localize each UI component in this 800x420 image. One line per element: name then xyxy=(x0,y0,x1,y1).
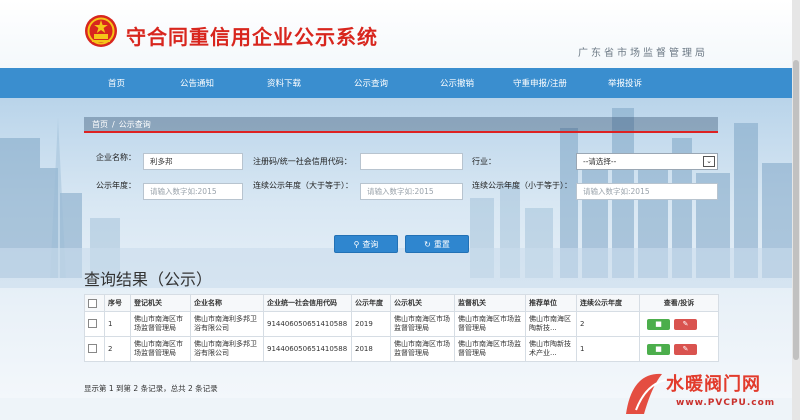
watermark-url: www.PVCPU.com xyxy=(676,398,776,408)
breadcrumb-current: 公示查询 xyxy=(118,119,151,129)
view-icon: ■ xyxy=(655,344,662,353)
breadcrumb-separator: / xyxy=(112,119,115,129)
company-name-input[interactable] xyxy=(143,153,243,170)
cell-sup-office: 佛山市南海区市场监督管理局 xyxy=(454,311,526,337)
nav-downloads[interactable]: 资料下载 xyxy=(267,77,301,89)
complaint-button[interactable]: ✎ xyxy=(674,318,697,330)
table-row: 2 佛山市南海区市场监督管理局 佛山市南海利多邦卫浴有限公司 914406050… xyxy=(84,336,719,362)
col-company: 企业名称 xyxy=(190,294,264,312)
org-name: 广东省市场监督管理局 xyxy=(578,48,708,59)
row-checkbox[interactable] xyxy=(88,319,97,329)
breadcrumb-home[interactable]: 首页 xyxy=(92,119,108,130)
cell-company: 佛山市南海利多邦卫浴有限公司 xyxy=(190,336,264,362)
query-button-label: 查询 xyxy=(362,239,379,249)
view-button[interactable]: ■ xyxy=(647,318,670,330)
credit-code-input[interactable] xyxy=(360,153,463,170)
cell-actions: ■ ✎ xyxy=(639,336,719,362)
cont-year-gte-input[interactable] xyxy=(360,183,463,200)
cell-cont-years: 1 xyxy=(576,336,640,362)
industry-label: 行业： xyxy=(472,157,496,166)
view-icon: ■ xyxy=(655,319,662,328)
table-row: 1 佛山市南海区市场监督管理局 佛山市南海利多邦卫浴有限公司 914406050… xyxy=(84,311,719,337)
cell-reg-office: 佛山市南海区市场监督管理局 xyxy=(130,336,191,362)
search-icon: ⚲ xyxy=(353,239,360,249)
cell-recommender: 佛山市南海区陶新技... xyxy=(525,311,577,337)
col-sup-office: 监督机关 xyxy=(454,294,526,312)
site-title: 守合同重信用企业公示系统 xyxy=(126,25,378,49)
select-all-cell[interactable] xyxy=(84,294,105,312)
edit-icon: ✎ xyxy=(682,344,689,353)
query-button[interactable]: ⚲ 查询 xyxy=(334,235,398,253)
breadcrumb: 首页 / 公示查询 xyxy=(84,117,718,133)
national-emblem-icon xyxy=(85,15,117,47)
pager-info: 显示第 1 到第 2 条记录，总共 2 条记录 xyxy=(84,384,218,393)
results-table: 序号 登记机关 企业名称 企业统一社会信用代码 公示年度 公示机关 监督机关 推… xyxy=(84,294,719,362)
refresh-icon: ↻ xyxy=(424,239,431,249)
nav-home[interactable]: 首页 xyxy=(108,77,125,89)
col-pub-office: 公示机关 xyxy=(390,294,455,312)
cell-code: 914406050651410588 xyxy=(263,336,352,362)
cell-recommender: 佛山市陶新技术产业... xyxy=(525,336,577,362)
complaint-button[interactable]: ✎ xyxy=(674,343,697,355)
year-label: 公示年度： xyxy=(96,181,136,190)
cell-reg-office: 佛山市南海区市场监督管理局 xyxy=(130,311,191,337)
scrollbar-thumb[interactable] xyxy=(793,60,799,360)
site-header: 守合同重信用企业公示系统 广东省市场监督管理局 xyxy=(0,0,800,68)
cell-year: 2019 xyxy=(351,311,391,337)
main-nav: 首页 公告通知 资料下载 公示查询 公示撤销 守重申报/注册 举报投诉 xyxy=(0,68,800,98)
col-reg-office: 登记机关 xyxy=(130,294,191,312)
col-code: 企业统一社会信用代码 xyxy=(263,294,352,312)
cont-year-gte-label: 连续公示年度（大于等于）： xyxy=(253,181,353,190)
cell-cont-years: 2 xyxy=(576,311,640,337)
col-cont-years: 连续公示年度 xyxy=(576,294,640,312)
select-all-checkbox[interactable] xyxy=(88,298,97,308)
company-name-label: 企业名称： xyxy=(96,153,136,162)
col-actions: 查看/投诉 xyxy=(639,294,719,312)
reset-button[interactable]: ↻ 重置 xyxy=(405,235,469,253)
nav-public-query[interactable]: 公示查询 xyxy=(354,77,388,89)
edit-icon: ✎ xyxy=(682,319,689,328)
cell-pub-office: 佛山市南海区市场监督管理局 xyxy=(390,336,455,362)
cell-year: 2018 xyxy=(351,336,391,362)
nav-notices[interactable]: 公告通知 xyxy=(180,77,214,89)
cell-pub-office: 佛山市南海区市场监督管理局 xyxy=(390,311,455,337)
cell-actions: ■ ✎ xyxy=(639,311,719,337)
cell-code: 91440605065141058​8 xyxy=(263,311,352,337)
col-recommender: 推荐单位 xyxy=(525,294,577,312)
chevron-down-icon: ⌄ xyxy=(703,156,715,167)
reset-button-label: 重置 xyxy=(433,239,450,249)
cell-sup-office: 佛山市南海区市场监督管理局 xyxy=(454,336,526,362)
cont-year-lte-label: 连续公示年度（小于等于）： xyxy=(472,181,572,190)
credit-code-label: 注册码/统一社会信用代码： xyxy=(253,157,352,166)
cell-no: 2 xyxy=(104,336,131,362)
nav-apply-register[interactable]: 守重申报/注册 xyxy=(513,77,567,89)
col-no: 序号 xyxy=(104,294,131,312)
watermark-text: 水暖阀门网 xyxy=(666,374,761,395)
col-year: 公示年度 xyxy=(351,294,391,312)
industry-select-value: --请选择-- xyxy=(583,157,617,166)
cell-company: 佛山市南海利多邦卫浴有限公司 xyxy=(190,311,264,337)
results-title: 查询结果（公示） xyxy=(84,270,213,289)
page-scrollbar[interactable] xyxy=(792,0,800,420)
view-button[interactable]: ■ xyxy=(647,343,670,355)
nav-complaint[interactable]: 举报投诉 xyxy=(608,77,642,89)
cont-year-lte-input[interactable] xyxy=(576,183,718,200)
nav-public-revoke[interactable]: 公示撤销 xyxy=(440,77,474,89)
row-checkbox[interactable] xyxy=(88,344,97,354)
table-header-row: 序号 登记机关 企业名称 企业统一社会信用代码 公示年度 公示机关 监督机关 推… xyxy=(84,294,719,312)
cell-no: 1 xyxy=(104,311,131,337)
year-input[interactable] xyxy=(143,183,243,200)
industry-select[interactable]: --请选择-- ⌄ xyxy=(576,153,718,170)
